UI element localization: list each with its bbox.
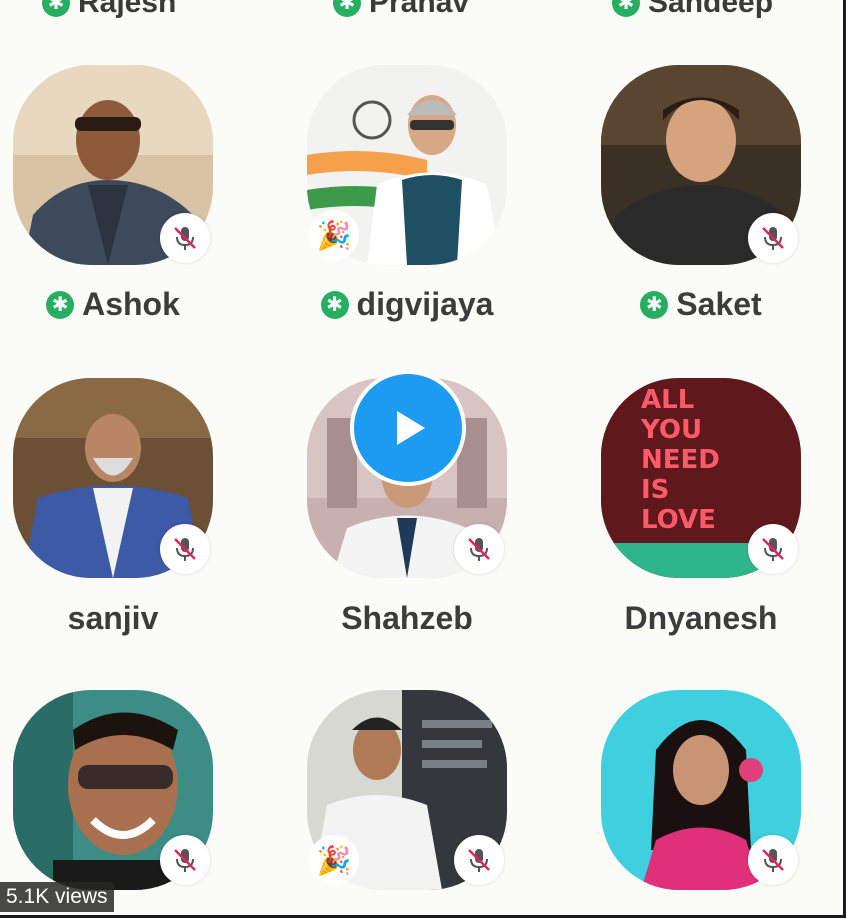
play-button[interactable] — [350, 370, 466, 486]
speaker-name: ✱ Ashok — [0, 286, 243, 323]
moderator-badge-icon: ✱ — [42, 0, 70, 17]
play-icon — [397, 411, 425, 445]
muted-mic-icon — [748, 213, 798, 263]
muted-mic-icon — [454, 524, 504, 574]
svg-text:YOU: YOU — [640, 415, 702, 445]
speaker-name: ✱ Pranav — [333, 0, 469, 18]
moderator-badge-icon: ✱ — [46, 290, 75, 319]
speaker-name: sanjiv — [67, 600, 159, 636]
muted-mic-icon — [160, 213, 210, 263]
moderator-badge-icon: ✱ — [640, 290, 669, 319]
muted-mic-icon — [748, 524, 798, 574]
previous-row-names: ✱ Rajesh ✱ Pranav ✱ Sandeep — [0, 0, 843, 18]
speaker-name: ✱ Saket — [571, 286, 831, 323]
svg-text:IS: IS — [641, 475, 669, 505]
muted-mic-icon — [748, 835, 798, 885]
speaker-name: ✱ Rajesh — [42, 0, 176, 18]
party-reaction-icon: 🎉 — [309, 210, 359, 260]
svg-text:ALL: ALL — [641, 385, 694, 415]
party-reaction-icon: 🎉 — [309, 835, 359, 885]
svg-text:NEED: NEED — [641, 445, 720, 475]
moderator-badge-icon: ✱ — [320, 290, 349, 319]
svg-text:LOVE: LOVE — [641, 505, 716, 535]
moderator-badge-icon: ✱ — [333, 0, 361, 17]
speaker-name: ✱ digvijaya — [277, 286, 537, 323]
muted-mic-icon — [160, 524, 210, 574]
speaker-name: Dnyanesh — [624, 600, 778, 636]
speaker-name: ✱ Sandeep — [612, 0, 773, 18]
muted-mic-icon — [160, 835, 210, 885]
muted-mic-icon — [454, 835, 504, 885]
moderator-badge-icon: ✱ — [612, 0, 640, 17]
video-frame: ✱ Rajesh ✱ Pranav ✱ Sandeep ✱ Ashok 🎉 ✱ … — [0, 0, 846, 918]
speaker-name: Shahzeb — [341, 600, 473, 636]
view-count-badge: 5.1K views — [0, 882, 114, 912]
